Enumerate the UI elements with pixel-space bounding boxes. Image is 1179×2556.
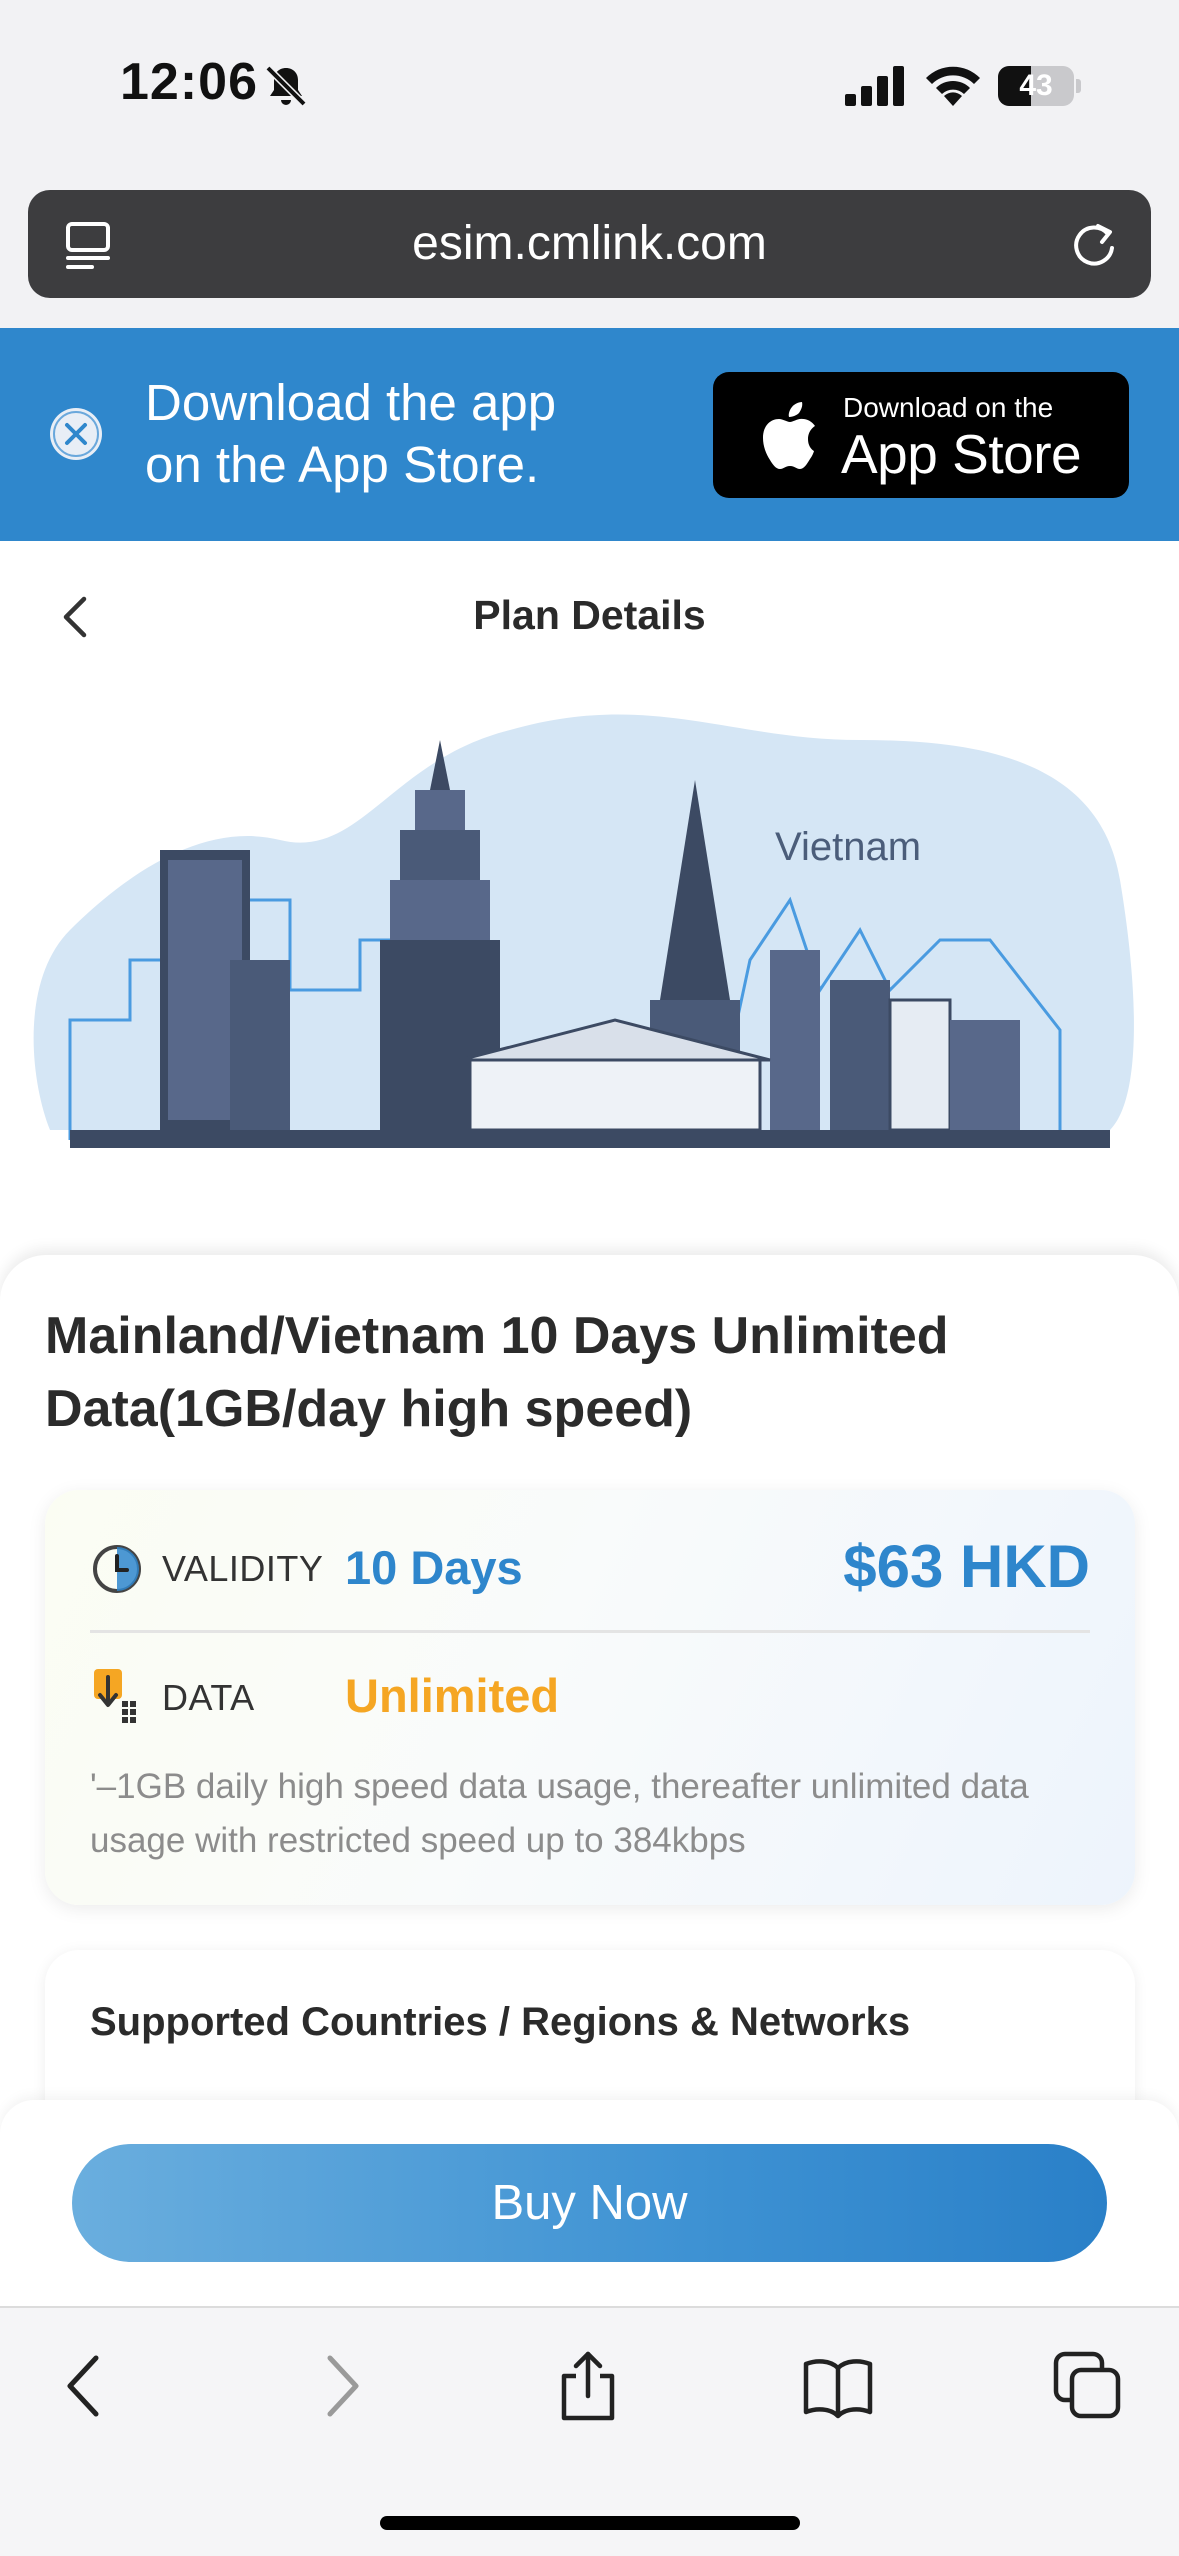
app-store-button[interactable]: Download on the App Store [713, 372, 1129, 498]
tabs-icon[interactable] [1052, 2350, 1124, 2422]
banner-message: Download the app on the App Store. [145, 372, 705, 496]
apple-icon [763, 402, 815, 469]
countries-title: Supported Countries / Regions & Networks [90, 2000, 911, 2044]
wifi-icon [926, 66, 980, 106]
share-icon[interactable] [552, 2350, 624, 2422]
clock-icon [93, 1545, 141, 1593]
home-indicator[interactable] [380, 2516, 800, 2530]
validity-label: VALIDITY [162, 1548, 324, 1589]
close-icon [53, 411, 99, 457]
app-store-big-text: App Store [841, 423, 1082, 485]
url-text[interactable]: esim.cmlink.com [28, 190, 1151, 298]
plan-title-line1: Mainland/Vietnam 10 Days Unlimited [45, 1307, 949, 1365]
page-title: Plan Details [473, 592, 706, 638]
bell-off-icon [265, 65, 307, 107]
hero-country-label: Vietnam [775, 825, 921, 869]
back-icon[interactable] [50, 2350, 122, 2422]
banner-line2: on the App Store. [145, 436, 540, 493]
card-divider [90, 1630, 1090, 1633]
bookmarks-icon[interactable] [802, 2350, 874, 2422]
validity-value: 10 Days [345, 1541, 523, 1594]
reader-menu-icon[interactable] [62, 218, 116, 272]
battery-icon: 43 [998, 66, 1081, 106]
address-bar[interactable]: esim.cmlink.com [28, 190, 1151, 298]
close-banner-button[interactable] [50, 408, 102, 460]
data-icon [94, 1669, 136, 1723]
banner-line1: Download the app [145, 374, 557, 431]
buy-now-button[interactable]: Buy Now [72, 2144, 1107, 2262]
status-time: 12:06 [120, 53, 258, 111]
plan-title: Mainland/Vietnam 10 Days Unlimited Data(… [45, 1300, 1135, 1446]
battery-level: 43 [1019, 69, 1053, 102]
data-value: Unlimited [345, 1669, 560, 1722]
forward-icon[interactable] [304, 2350, 376, 2422]
plan-title-line2: Data(1GB/day high speed) [45, 1380, 693, 1438]
status-bar: 12:06 43 [0, 0, 1179, 175]
cellular-signal-icon [845, 66, 904, 106]
vietnam-skyline-illustration: Vietnam [33, 714, 1134, 1148]
data-description: '–1GB daily high speed data usage, there… [90, 1767, 1029, 1860]
app-store-small-text: Download on the [843, 392, 1054, 423]
reload-icon[interactable] [1068, 218, 1120, 270]
plan-price: $63 HKD [843, 1533, 1090, 1600]
plan-info-card: VALIDITY 10 Days $63 HKD DATA Unlimited … [45, 1490, 1135, 1905]
data-label: DATA [162, 1677, 255, 1718]
